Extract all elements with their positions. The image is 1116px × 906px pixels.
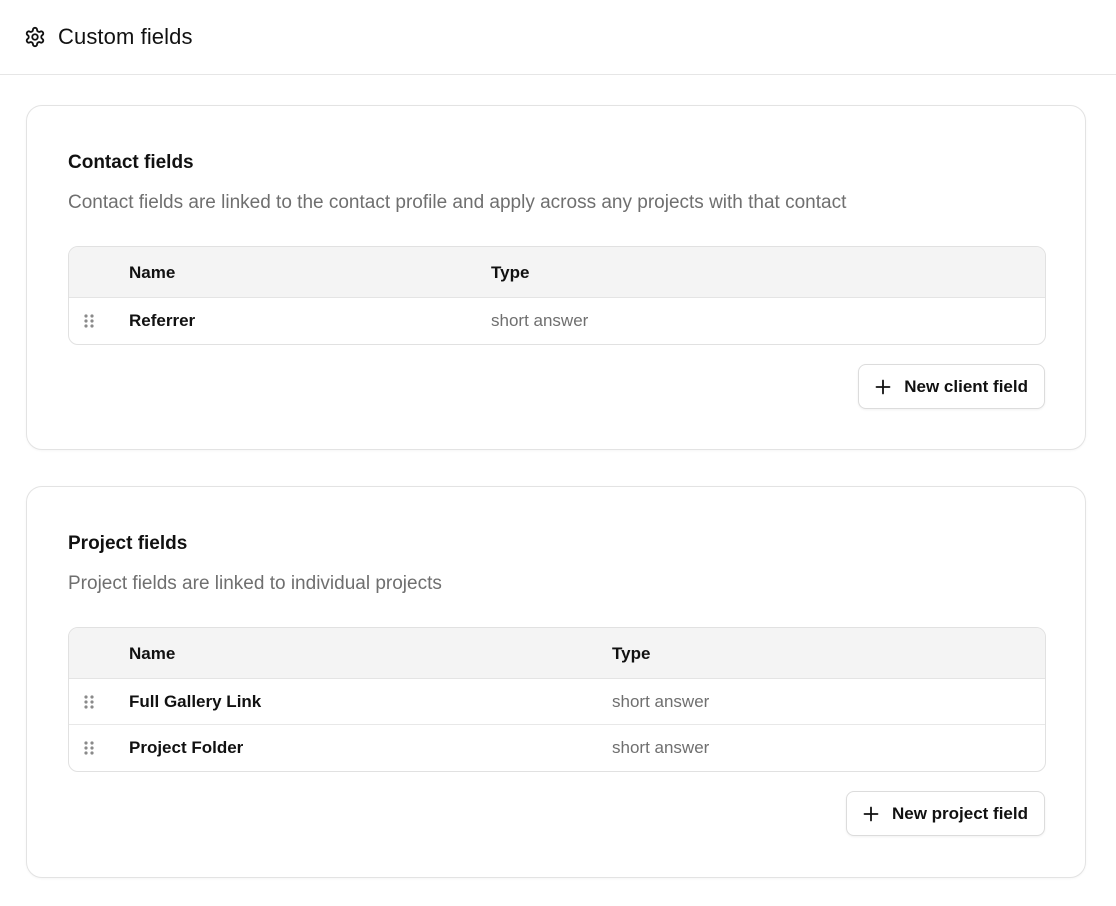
field-type: short answer	[491, 311, 589, 330]
contact-fields-title: Contact fields	[68, 152, 194, 173]
contact-fields-card: Contact fields Contact fields are linked…	[26, 105, 1086, 450]
field-type: short answer	[612, 692, 710, 711]
column-header-name: Name	[129, 643, 176, 663]
plus-icon	[863, 806, 879, 822]
field-name: Referrer	[129, 311, 196, 330]
column-header-type: Type	[491, 262, 530, 282]
table-row[interactable]: Referrer short answer	[69, 298, 1045, 344]
plus-icon	[875, 379, 891, 395]
project-fields-title: Project fields	[68, 533, 188, 554]
column-header-name: Name	[129, 262, 176, 282]
new-client-field-label: New client field	[904, 376, 1028, 396]
table-row[interactable]: Full Gallery Link short answer	[69, 679, 1045, 725]
drag-handle-icon[interactable]	[83, 679, 95, 725]
contact-fields-table: Name Type Referrer short answer	[68, 246, 1046, 345]
page-title: Custom fields	[58, 24, 193, 49]
contact-fields-description: Contact fields are linked to the contact…	[68, 192, 847, 213]
drag-handle-icon[interactable]	[83, 725, 95, 771]
new-project-field-label: New project field	[891, 803, 1028, 823]
project-fields-card: Project fields Project fields are linked…	[26, 486, 1086, 878]
project-fields-table: Name Type Full Gallery Link short answer	[68, 627, 1046, 772]
field-name: Project Folder	[129, 738, 244, 757]
new-project-field-button[interactable]: New project field	[845, 791, 1045, 836]
gear-icon	[24, 26, 46, 48]
project-fields-description: Project fields are linked to individual …	[68, 573, 442, 594]
table-header: Name Type	[69, 628, 1045, 679]
field-type: short answer	[612, 738, 710, 757]
new-client-field-button[interactable]: New client field	[858, 364, 1045, 409]
column-header-type: Type	[612, 643, 651, 663]
field-name: Full Gallery Link	[129, 692, 262, 711]
page-header: Custom fields	[0, 0, 1116, 75]
drag-handle-icon[interactable]	[83, 298, 95, 344]
table-row[interactable]: Project Folder short answer	[69, 725, 1045, 771]
table-header: Name Type	[69, 247, 1045, 298]
